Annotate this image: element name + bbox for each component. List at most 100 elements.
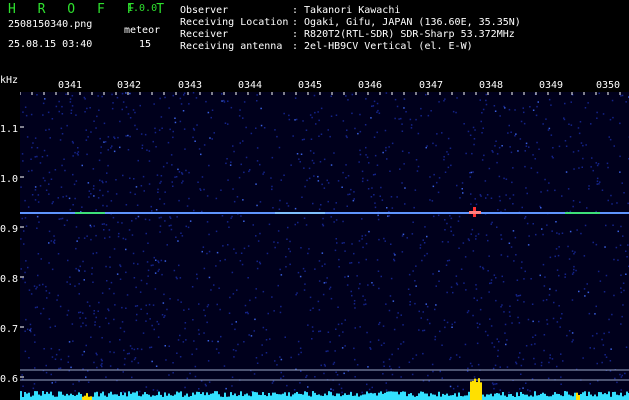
noise-pixel: [169, 217, 172, 219]
noise-pixel: [569, 230, 572, 233]
noise-pixel: [178, 171, 181, 173]
noise-pixel: [108, 236, 111, 238]
noise-pixel: [315, 123, 317, 125]
baseline-bar: [572, 396, 574, 400]
noise-pixel: [385, 382, 387, 384]
noise-pixel: [330, 388, 332, 390]
noise-pixel: [103, 223, 105, 225]
noise-pixel: [75, 180, 78, 182]
noise-pixel: [498, 175, 501, 178]
noise-pixel: [404, 203, 406, 205]
noise-pixel: [481, 159, 484, 161]
noise-pixel: [50, 240, 53, 242]
noise-pixel: [39, 162, 42, 164]
noise-pixel: [320, 107, 323, 110]
noise-pixel: [191, 353, 193, 356]
noise-pixel: [511, 181, 513, 184]
noise-pixel: [59, 139, 62, 141]
noise-pixel: [148, 160, 151, 162]
noise-pixel: [556, 269, 559, 271]
noise-pixel: [48, 292, 51, 294]
baseline-bar: [524, 394, 526, 400]
noise-pixel: [135, 286, 137, 289]
noise-pixel: [78, 311, 80, 314]
noise-pixel: [308, 248, 310, 250]
noise-pixel: [172, 130, 174, 133]
noise-pixel: [333, 361, 336, 364]
noise-pixel: [210, 289, 212, 291]
noise-pixel: [499, 389, 501, 391]
baseline-bar: [614, 391, 616, 400]
noise-pixel: [380, 344, 383, 346]
noise-pixel: [72, 383, 74, 385]
noise-pixel: [294, 97, 297, 99]
noise-pixel: [542, 263, 545, 266]
noise-pixel: [151, 324, 153, 327]
noise-pixel: [185, 169, 187, 172]
noise-pixel: [446, 260, 449, 262]
noise-pixel: [482, 127, 484, 129]
noise-pixel: [184, 386, 186, 389]
noise-pixel: [525, 145, 528, 147]
noise-pixel: [555, 248, 558, 250]
noise-pixel: [345, 135, 348, 137]
baseline-bar: [416, 395, 418, 400]
noise-pixel: [370, 196, 373, 198]
noise-pixel: [612, 116, 614, 119]
noise-pixel: [441, 132, 443, 134]
baseline-bar: [38, 394, 40, 400]
noise-pixel: [117, 221, 119, 224]
baseline-bar: [206, 392, 208, 400]
noise-pixel: [30, 330, 32, 333]
noise-pixel: [84, 98, 86, 100]
noise-pixel: [546, 319, 548, 321]
noise-pixel: [423, 329, 426, 332]
noise-pixel: [596, 164, 599, 167]
x-tick-label: 0347: [419, 80, 444, 91]
baseline-bar: [558, 393, 560, 400]
noise-pixel: [125, 204, 128, 206]
noise-pixel: [377, 339, 380, 341]
baseline-bar: [118, 395, 120, 400]
noise-pixel: [247, 312, 249, 315]
noise-pixel: [380, 275, 382, 278]
noise-pixel: [624, 372, 626, 375]
noise-pixel: [548, 182, 550, 184]
noise-pixel: [358, 261, 360, 264]
noise-pixel: [604, 246, 606, 248]
noise-pixel: [199, 188, 201, 190]
noise-pixel: [86, 153, 88, 156]
noise-pixel: [184, 322, 187, 324]
noise-pixel: [567, 188, 570, 190]
noise-pixel: [326, 277, 328, 279]
noise-pixel: [80, 325, 82, 328]
noise-pixel: [146, 312, 148, 315]
noise-pixel: [415, 159, 418, 161]
noise-pixel: [571, 299, 574, 301]
noise-pixel: [123, 349, 125, 352]
noise-pixel: [186, 205, 189, 207]
noise-pixel: [61, 113, 64, 115]
baseline-bar: [530, 395, 532, 400]
noise-pixel: [48, 318, 51, 320]
noise-pixel: [102, 194, 104, 197]
baseline-bar: [374, 393, 376, 400]
noise-pixel: [548, 361, 550, 364]
noise-pixel: [426, 145, 428, 147]
noise-pixel: [119, 146, 121, 149]
noise-pixel: [333, 152, 335, 154]
noise-pixel: [147, 275, 149, 277]
noise-pixel: [34, 306, 37, 309]
info-label-receiver: Receiver: [180, 29, 229, 40]
noise-pixel: [92, 168, 95, 170]
noise-pixel: [286, 202, 288, 205]
baseline-bar: [476, 382, 478, 400]
noise-pixel: [90, 226, 92, 228]
noise-pixel: [262, 173, 264, 175]
noise-pixel: [378, 238, 380, 241]
noise-pixel: [129, 92, 131, 95]
noise-pixel: [506, 339, 508, 341]
noise-pixel: [586, 283, 588, 285]
noise-pixel: [243, 220, 245, 222]
noise-pixel: [148, 219, 151, 221]
